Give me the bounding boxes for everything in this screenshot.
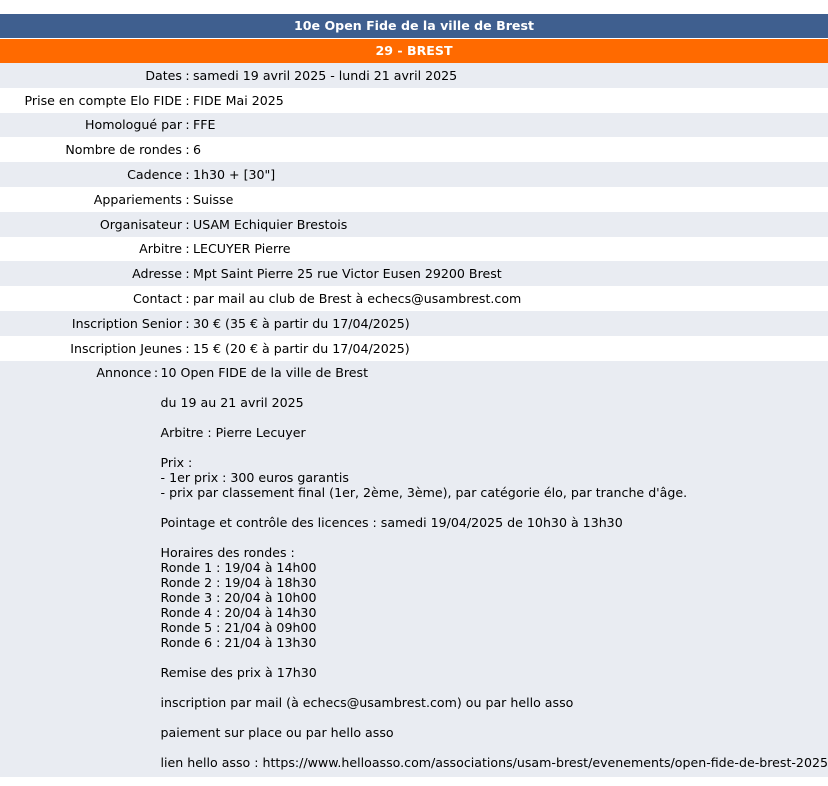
detail-row: Dates: samedi 19 avril 2025 - lundi 21 av… xyxy=(0,63,828,88)
detail-label: Homologué par xyxy=(85,117,182,133)
tournament-title: 10e Open Fide de la ville de Brest xyxy=(0,14,828,38)
detail-label: Nombre de rondes xyxy=(65,142,182,158)
annonce-paragraph: Prix : - 1er prix : 300 euros garantis -… xyxy=(160,454,688,500)
detail-row: Arbitre: LECUYER Pierre xyxy=(0,236,828,262)
detail-label: Arbitre xyxy=(139,241,182,257)
detail-row: Inscription Senior:30 € (35 € à partir d… xyxy=(0,310,828,336)
annonce-paragraph: 10 Open FIDE de la ville de Brest xyxy=(160,364,369,380)
detail-row: Cadence:1h30 + [30"] xyxy=(0,162,828,187)
detail-colon: : xyxy=(185,216,190,232)
detail-value: 15 € (20 € à partir du 17/04/2025) xyxy=(193,340,410,356)
annonce-text: 10 Open FIDE de la ville de Brest du 19 a… xyxy=(161,365,828,785)
detail-label: Contact xyxy=(133,291,182,307)
annonce-label: Annonce xyxy=(96,364,152,380)
detail-label: Inscription Senior xyxy=(71,315,182,331)
detail-colon: : xyxy=(185,315,190,331)
detail-row: Appariements: Suisse xyxy=(0,186,828,212)
detail-value: 6 xyxy=(193,142,202,158)
annonce-row: Annonce : 10 Open FIDE de la ville de Br… xyxy=(0,360,828,777)
detail-label: Organisateur xyxy=(99,216,182,232)
detail-row: Homologué par: FFE xyxy=(0,112,828,138)
annonce-paragraph: Horaires des rondes : Ronde 1 : 19/04 à … xyxy=(160,544,317,650)
detail-colon: : xyxy=(185,241,190,257)
tournament-card: 10e Open Fide de la ville de Brest 29 - … xyxy=(0,14,828,777)
detail-row: Contact: par mail au club de Brest à eche… xyxy=(0,286,828,311)
detail-value: Mpt Saint Pierre 25 rue Victor Eusen 292… xyxy=(193,266,502,282)
detail-colon: : xyxy=(185,142,190,158)
detail-colon: : xyxy=(185,167,190,183)
annonce-paragraph: Arbitre : Pierre Lecuyer xyxy=(160,424,306,440)
detail-colon: : xyxy=(185,266,190,282)
detail-label: Dates xyxy=(145,67,182,83)
detail-colon: : xyxy=(185,92,190,108)
detail-label: Cadence xyxy=(127,167,182,183)
detail-value: FFE xyxy=(193,117,216,133)
detail-row: Adresse: Mpt Saint Pierre 25 rue Victor E… xyxy=(0,261,828,287)
annonce-paragraph: Pointage et contrôle des licences : same… xyxy=(160,514,623,530)
annonce-paragraph: lien hello asso : https://www.helloasso.… xyxy=(160,754,828,770)
detail-value: par mail au club de Brest à echecs@usamb… xyxy=(193,291,522,307)
annonce-paragraph: paiement sur place ou par hello asso xyxy=(160,724,394,740)
detail-colon: : xyxy=(185,191,190,207)
detail-row: Nombre de rondes:6 xyxy=(0,137,828,163)
detail-value: LECUYER Pierre xyxy=(193,241,291,257)
detail-value: FIDE Mai 2025 xyxy=(193,92,284,108)
detail-label: Prise en compte Elo FIDE xyxy=(24,92,182,108)
detail-label: Appariements xyxy=(93,191,182,207)
detail-colon: : xyxy=(185,67,190,83)
detail-value: Suisse xyxy=(193,191,234,207)
region-heading: 29 - BREST xyxy=(0,39,828,63)
annonce-paragraph: du 19 au 21 avril 2025 xyxy=(160,394,304,410)
annonce-paragraph: Remise des prix à 17h30 xyxy=(160,664,317,680)
annonce-colon: : xyxy=(153,364,159,380)
detail-value: 30 € (35 € à partir du 17/04/2025) xyxy=(193,315,410,331)
detail-colon: : xyxy=(185,117,190,133)
detail-row: Prise en compte Elo FIDE: FIDE Mai 2025 xyxy=(0,87,828,113)
detail-row: Organisateur: USAM Echiquier Brestois xyxy=(0,211,828,237)
detail-colon: : xyxy=(185,340,190,356)
detail-label: Inscription Jeunes xyxy=(70,340,182,356)
details-table: Dates: samedi 19 avril 2025 - lundi 21 av… xyxy=(0,63,828,361)
detail-row: Inscription Jeunes:15 € (20 € à partir d… xyxy=(0,335,828,361)
detail-colon: : xyxy=(185,291,190,307)
annonce-paragraph: inscription par mail (à echecs@usambrest… xyxy=(160,694,574,710)
detail-value: 1h30 + [30"] xyxy=(193,167,276,183)
detail-value: samedi 19 avril 2025 - lundi 21 avril 20… xyxy=(193,67,458,83)
detail-value: USAM Echiquier Brestois xyxy=(193,216,348,232)
detail-label: Adresse xyxy=(132,266,182,282)
